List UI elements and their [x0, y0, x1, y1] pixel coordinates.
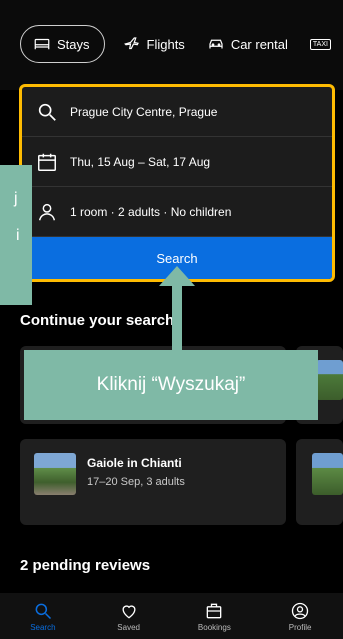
tab-label: Flights: [146, 36, 185, 52]
nav-label: Profile: [288, 622, 312, 632]
profile-icon: [291, 602, 309, 619]
nav-label: Bookings: [197, 622, 231, 632]
guests-field[interactable]: 1 room · 2 adults · No children: [22, 187, 332, 237]
tutorial-callout: Kliknij “Wyszukaj”: [24, 350, 318, 420]
bottom-navigation: Search Saved Bookings Profile: [0, 593, 343, 639]
recent-search-card[interactable]: [296, 439, 343, 525]
pending-reviews-title: 2 pending reviews: [20, 557, 151, 574]
tab-car-rental[interactable]: Car rental: [203, 26, 292, 62]
search-panel: Prague City Centre, Prague Thu, 15 Aug –…: [19, 84, 335, 282]
destination-value: Prague City Centre, Prague: [70, 104, 218, 119]
side-callout-text: j: [14, 190, 18, 207]
nav-label: Saved: [117, 622, 140, 632]
recent-search-card[interactable]: Gaiole in Chianti 17–20 Sep, 3 adults: [20, 439, 286, 525]
tutorial-side-callout: j i: [0, 165, 32, 305]
bed-icon: [34, 38, 50, 50]
tab-stays[interactable]: Stays: [20, 25, 105, 63]
card-thumbnail: [316, 360, 343, 400]
continue-search-title: Continue your search: [20, 312, 175, 329]
side-callout-text: i: [16, 227, 20, 244]
person-icon: [38, 203, 56, 220]
dates-value: Thu, 15 Aug – Sat, 17 Aug: [70, 154, 211, 169]
destination-field[interactable]: Prague City Centre, Prague: [22, 87, 332, 137]
card-thumbnail: [34, 453, 76, 495]
nav-bookings[interactable]: Bookings: [172, 593, 258, 639]
card-title: Gaiole in Chianti: [87, 456, 182, 470]
briefcase-icon: [207, 603, 222, 618]
nav-profile[interactable]: Profile: [257, 593, 343, 639]
nav-saved[interactable]: Saved: [86, 593, 172, 639]
tab-flights[interactable]: Flights: [119, 26, 189, 62]
top-header: Stays Flights Car rental TAXI: [0, 0, 343, 90]
tab-label: Car rental: [230, 36, 288, 52]
card-thumbnail: [312, 453, 343, 495]
tutorial-arrow: [159, 266, 195, 352]
dates-field[interactable]: Thu, 15 Aug – Sat, 17 Aug: [22, 137, 332, 187]
heart-icon: [122, 604, 136, 618]
card-subtitle: 17–20 Sep, 3 adults: [87, 476, 185, 488]
nav-label: Search: [30, 622, 56, 632]
plane-icon: [123, 37, 139, 50]
calendar-icon: [38, 153, 56, 171]
arrow-head-icon: [159, 266, 195, 286]
nav-search[interactable]: Search: [0, 593, 86, 639]
category-tabs: Stays Flights Car rental TAXI: [20, 25, 335, 63]
search-icon: [35, 603, 51, 619]
taxi-icon: TAXI: [309, 38, 331, 50]
guests-value: 1 room · 2 adults · No children: [70, 204, 232, 219]
tab-label: Stays: [57, 36, 90, 52]
search-icon: [38, 103, 56, 121]
tab-taxi[interactable]: TAXI: [306, 26, 335, 62]
car-icon: [209, 39, 223, 49]
